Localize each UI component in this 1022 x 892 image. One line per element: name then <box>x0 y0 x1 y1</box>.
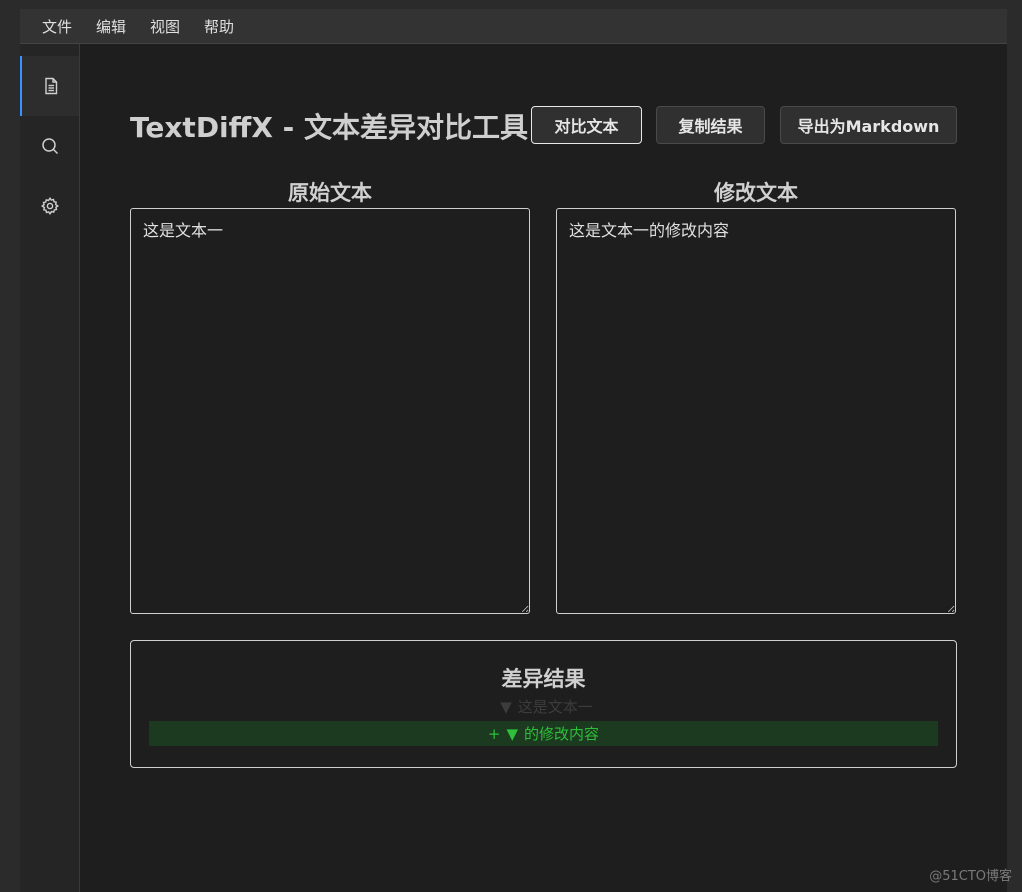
watermark: @51CTO博客 <box>929 869 1012 884</box>
original-text-label: 原始文本 <box>288 181 372 205</box>
explorer-button[interactable] <box>20 56 79 116</box>
modified-text-input[interactable]: 这是文本一的修改内容 <box>556 208 956 614</box>
search-icon <box>41 138 58 155</box>
diff-text: 的修改内容 <box>524 725 600 743</box>
compare-button[interactable]: 对比文本 <box>531 106 642 144</box>
menu-bar: 文件 编辑 视图 帮助 <box>20 9 1007 44</box>
export-markdown-button[interactable]: 导出为Markdown <box>780 106 957 144</box>
search-button[interactable] <box>20 116 79 176</box>
page-title: TextDiffX - 文本差异对比工具 <box>130 111 529 144</box>
diff-text: 这是文本一 <box>517 698 593 716</box>
diff-line-unchanged: ▼ 这是文本一 <box>149 694 938 719</box>
menu-edit[interactable]: 编辑 <box>96 14 126 39</box>
original-text-input[interactable]: 这是文本一 <box>130 208 530 614</box>
diff-prefix: + <box>487 724 501 743</box>
collapse-arrow-icon[interactable]: ▼ <box>500 698 512 716</box>
diff-line-added: + ▼ 的修改内容 <box>149 721 938 746</box>
menu-help[interactable]: 帮助 <box>204 14 234 39</box>
copy-result-button[interactable]: 复制结果 <box>656 106 765 144</box>
diff-result-title: 差异结果 <box>501 667 586 691</box>
activity-bar <box>20 44 80 892</box>
app-window: 文件 编辑 视图 帮助 TextDiffX - 文本差异对比工具 对比文本 复制… <box>20 9 1007 892</box>
menu-view[interactable]: 视图 <box>150 14 180 39</box>
settings-button[interactable] <box>20 176 79 236</box>
menu-file[interactable]: 文件 <box>42 14 72 39</box>
main-content: TextDiffX - 文本差异对比工具 对比文本 复制结果 导出为Markdo… <box>80 44 1007 892</box>
collapse-arrow-icon[interactable]: ▼ <box>507 725 519 743</box>
gear-icon <box>40 196 59 216</box>
modified-text-label: 修改文本 <box>714 181 798 205</box>
diff-result-panel: 差异结果 ▼ 这是文本一 + ▼ 的修改内容 <box>130 640 957 768</box>
file-icon <box>44 77 57 95</box>
